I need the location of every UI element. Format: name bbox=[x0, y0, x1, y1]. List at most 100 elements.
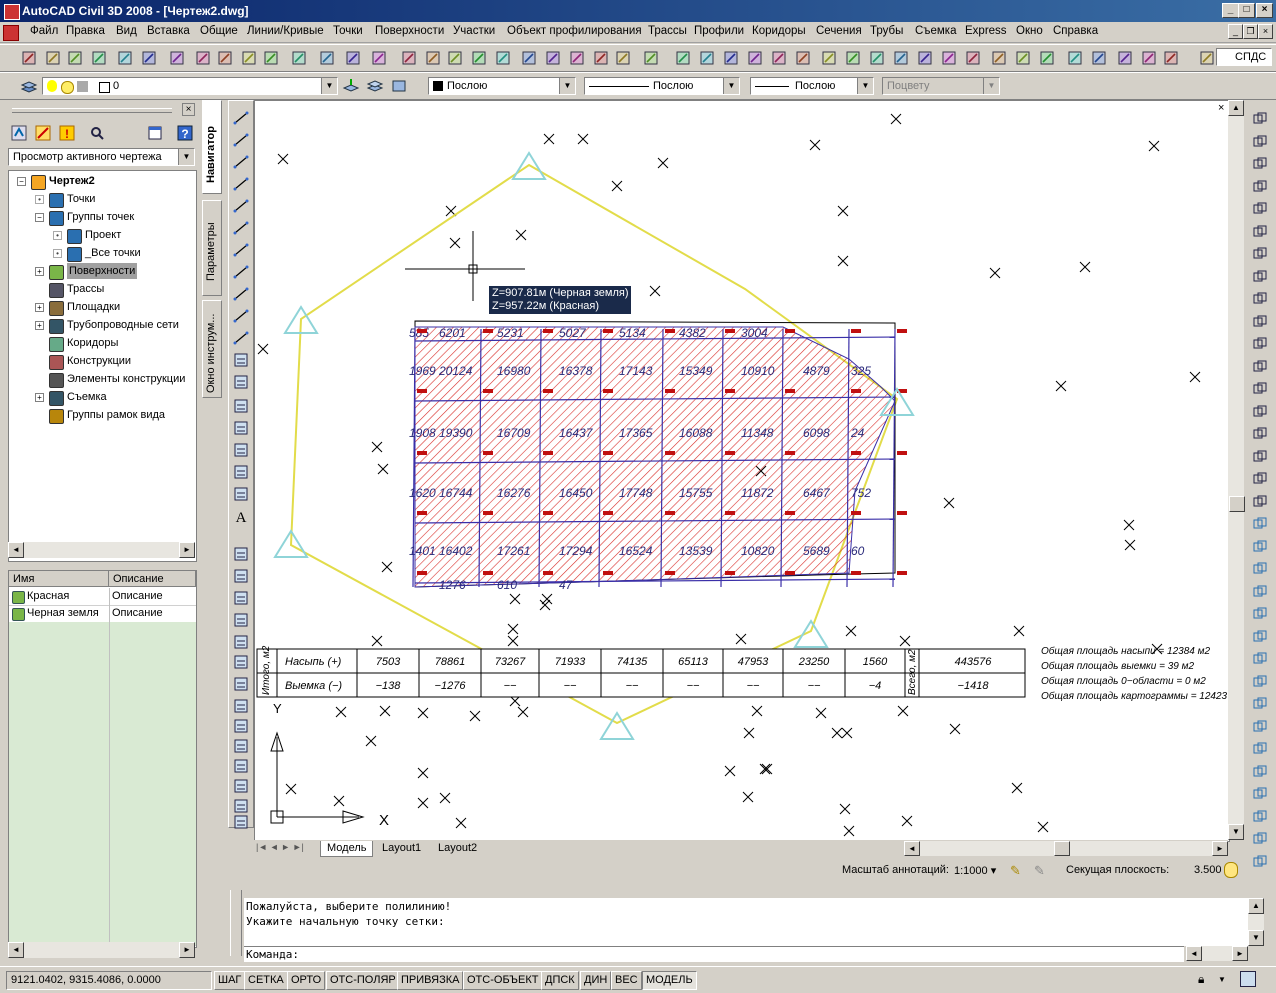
civil-reverse-icon[interactable] bbox=[1251, 785, 1269, 803]
scroll-left-button[interactable]: ◄ bbox=[8, 542, 24, 558]
view-mode-select[interactable]: Просмотр активного чертежа ▼ bbox=[8, 148, 195, 166]
menu-parcels[interactable]: Участки bbox=[453, 25, 495, 37]
status-toggle-6[interactable]: ДПСК bbox=[541, 971, 579, 990]
tab-layout1[interactable]: Layout1 bbox=[376, 841, 427, 856]
menu-profiles[interactable]: Профили bbox=[694, 25, 744, 37]
chevron-down-icon[interactable]: ▼ bbox=[559, 78, 575, 94]
revcloud-icon[interactable] bbox=[232, 263, 250, 281]
menu-express[interactable]: Express bbox=[965, 25, 1007, 37]
scroll-right-button[interactable]: ► bbox=[179, 542, 195, 558]
chevron-down-icon[interactable]: ▼ bbox=[723, 78, 739, 94]
offset-icon[interactable] bbox=[1251, 178, 1269, 196]
command-h-scrollbar[interactable]: ◄ ► bbox=[1186, 946, 1248, 961]
send-under-icon[interactable] bbox=[1251, 583, 1269, 601]
menu-sections[interactable]: Сечения bbox=[816, 25, 862, 37]
drawing-canvas[interactable]: × 58562015231502751344382300419692012416… bbox=[254, 100, 1230, 842]
make-block-icon[interactable] bbox=[232, 373, 250, 391]
lineweight-select[interactable]: Послою ▼ bbox=[750, 77, 874, 95]
gradient-icon[interactable] bbox=[232, 441, 250, 459]
status-toggle-8[interactable]: ВЕС bbox=[611, 971, 642, 990]
menu-general[interactable]: Общие bbox=[200, 25, 238, 37]
open-icon[interactable] bbox=[44, 49, 62, 67]
civil-weed-icon[interactable] bbox=[1251, 740, 1269, 758]
multiline-text-icon[interactable]: A bbox=[232, 507, 250, 526]
drawing-svg[interactable]: × 58562015231502751344382300419692012416… bbox=[255, 101, 1229, 841]
design-center-icon[interactable] bbox=[470, 49, 488, 67]
transparent-icon[interactable] bbox=[940, 49, 958, 67]
scroll-left-button[interactable]: ◄ bbox=[904, 841, 920, 856]
canvas-v-scrollbar[interactable]: ▲ ▼ bbox=[1228, 100, 1245, 840]
spline-icon[interactable] bbox=[232, 285, 250, 303]
prospector-tree[interactable]: − Чертеж2 • Точки − Группы точек • Проект • _Все … bbox=[8, 170, 197, 562]
send-back-icon[interactable] bbox=[1251, 538, 1269, 556]
menu-insert[interactable]: Вставка bbox=[147, 25, 190, 37]
array-icon[interactable] bbox=[1251, 200, 1269, 218]
arc-icon[interactable] bbox=[232, 219, 250, 237]
civil-break-icon[interactable] bbox=[1251, 650, 1269, 668]
civil-section-icon[interactable] bbox=[232, 675, 250, 693]
layer-select[interactable]: 0 ▼ bbox=[42, 77, 338, 95]
tab-navigator[interactable]: Навигатор bbox=[202, 100, 222, 194]
app-icon[interactable] bbox=[4, 4, 20, 20]
scroll-left-button[interactable]: ◄ bbox=[8, 942, 24, 958]
list-item[interactable]: Красная Описание bbox=[9, 588, 196, 606]
expand-toggle-icon[interactable]: + bbox=[35, 303, 44, 312]
calc-icon[interactable] bbox=[568, 49, 586, 67]
rotate-icon[interactable] bbox=[1251, 245, 1269, 263]
toolspace-icon[interactable] bbox=[614, 49, 632, 67]
hatch-icon[interactable] bbox=[232, 419, 250, 437]
menu-file[interactable]: Файл bbox=[30, 25, 58, 37]
zoom-window-icon[interactable] bbox=[400, 49, 418, 67]
explode-icon[interactable] bbox=[1162, 49, 1180, 67]
civil-parcel-icon[interactable] bbox=[232, 777, 250, 795]
menu-lines-curves[interactable]: Линии/Кривые bbox=[247, 25, 324, 37]
minimize-button[interactable]: _ bbox=[1222, 3, 1239, 18]
publish-icon[interactable] bbox=[140, 49, 158, 67]
parcel-icon[interactable] bbox=[892, 49, 910, 67]
list-item[interactable]: Черная земля Описание bbox=[9, 605, 196, 623]
scroll-right-button[interactable]: ► bbox=[1232, 946, 1248, 961]
civil-fit-icon[interactable] bbox=[1251, 830, 1269, 848]
copy-object-icon[interactable] bbox=[1251, 133, 1269, 151]
sheet-set-icon[interactable] bbox=[520, 49, 538, 67]
summary-table[interactable]: Итого, м2 Всего, м2 Насыпь (+) Выемка (−) 75… bbox=[256, 645, 1026, 698]
label-icon[interactable] bbox=[868, 49, 886, 67]
tree-node[interactable]: − Чертеж2 bbox=[9, 173, 195, 190]
status-toggle-2[interactable]: ОРТО bbox=[287, 971, 326, 990]
style-name-field[interactable]: СПДС bbox=[1216, 48, 1272, 66]
move-icon[interactable] bbox=[1251, 223, 1269, 241]
table-icon[interactable] bbox=[916, 49, 934, 67]
civil-profile-icon[interactable] bbox=[232, 611, 250, 629]
civil-table-icon[interactable] bbox=[232, 737, 250, 755]
surface-icon[interactable] bbox=[844, 49, 862, 67]
annotation-scale-select[interactable]: 1:1000 ▾ bbox=[954, 864, 996, 877]
fillet-icon[interactable] bbox=[1251, 448, 1269, 466]
lock-icon[interactable]: 🔒︎ bbox=[1198, 972, 1212, 986]
new-icon[interactable] bbox=[20, 49, 38, 67]
help-icon[interactable] bbox=[592, 49, 610, 67]
stretch-icon[interactable] bbox=[1251, 290, 1269, 308]
tree-node[interactable]: + Поверхности bbox=[9, 263, 195, 280]
survey-icon[interactable] bbox=[794, 49, 812, 67]
menu-view[interactable]: Вид bbox=[116, 25, 137, 37]
scroll-thumb[interactable] bbox=[1054, 841, 1070, 856]
scroll-up-button[interactable]: ▲ bbox=[1228, 100, 1244, 116]
menu-points[interactable]: Точки bbox=[333, 25, 363, 37]
properties-icon[interactable] bbox=[446, 49, 464, 67]
scroll-right-button[interactable]: ► bbox=[179, 942, 195, 958]
settings-icon[interactable] bbox=[34, 124, 52, 142]
tab-settings[interactable]: Параметры bbox=[202, 200, 222, 296]
civil-cursor-icon[interactable] bbox=[1251, 673, 1269, 691]
zoom-previous-icon[interactable] bbox=[424, 49, 442, 67]
expand-toggle-icon[interactable]: + bbox=[35, 393, 44, 402]
menu-window[interactable]: Окно bbox=[1016, 25, 1043, 37]
chevron-down-icon[interactable]: ▼ bbox=[321, 78, 337, 94]
copy-icon[interactable] bbox=[194, 49, 212, 67]
status-toggle-7[interactable]: ДИН bbox=[580, 971, 612, 990]
insert-block-icon[interactable] bbox=[232, 351, 250, 369]
expand-toggle-icon[interactable]: + bbox=[35, 321, 44, 330]
expand-toggle-icon[interactable]: − bbox=[35, 213, 44, 222]
status-toggle-9[interactable]: МОДЕЛЬ bbox=[642, 971, 697, 990]
bring-front-icon[interactable] bbox=[1251, 515, 1269, 533]
block-icon[interactable] bbox=[262, 49, 280, 67]
